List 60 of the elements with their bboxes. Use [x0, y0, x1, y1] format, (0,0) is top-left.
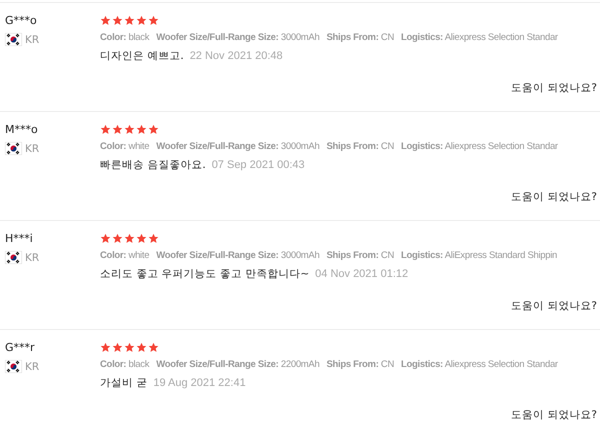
product-property: Logistics: Aliexpress Selection Standar: [401, 32, 558, 43]
star-icon: [148, 233, 159, 244]
review-comment: 디자인은 예쁘고.: [100, 49, 184, 63]
star-icon: [112, 15, 123, 26]
country-code: KR: [25, 252, 40, 264]
review-date: 04 Nov 2021 01:12: [315, 268, 408, 280]
country-code: KR: [25, 142, 40, 154]
product-property: Woofer Size/Full-Range Size: 3000mAh: [156, 32, 320, 43]
product-property: Color: black: [100, 32, 150, 43]
product-property: Color: black: [100, 359, 150, 370]
review-date: 07 Sep 2021 00:43: [212, 159, 305, 171]
star-icon: [148, 342, 159, 353]
star-icon: [124, 233, 135, 244]
review-date: 22 Nov 2021 20:48: [190, 50, 283, 62]
star-icon: [112, 342, 123, 353]
product-property: Logistics: Aliexpress Selection Standar: [401, 141, 558, 152]
product-property: Color: white: [100, 250, 150, 261]
star-icon: [124, 124, 135, 135]
star-icon: [100, 342, 111, 353]
product-property: Ships From: CN: [326, 32, 394, 43]
product-property: Woofer Size/Full-Range Size: 3000mAh: [156, 141, 320, 152]
reviewer-name: G***o: [5, 14, 37, 27]
review-comment: 빠른배송 음질좋아요.: [100, 158, 206, 172]
star-icon: [100, 15, 111, 26]
flag-icon: [5, 33, 22, 46]
flag-icon: [5, 251, 22, 264]
star-icon: [124, 15, 135, 26]
star-icon: [148, 124, 159, 135]
product-property: Logistics: AliExpress Standard Shippin: [401, 250, 558, 261]
country-code: KR: [25, 34, 40, 46]
star-icon: [124, 342, 135, 353]
star-icon: [148, 15, 159, 26]
reviewer-name: G***r: [5, 341, 35, 354]
reviewer-name: H***i: [5, 232, 33, 245]
star-icon: [136, 233, 147, 244]
helpful-link[interactable]: 도움이 되었나요?: [511, 190, 597, 204]
flag-icon: [5, 142, 22, 155]
product-property: Color: white: [100, 141, 150, 152]
helpful-link[interactable]: 도움이 되었나요?: [511, 408, 597, 422]
helpful-link[interactable]: 도움이 되었나요?: [511, 299, 597, 313]
flag-icon: [5, 360, 22, 373]
star-icon: [100, 233, 111, 244]
helpful-link[interactable]: 도움이 되었나요?: [511, 81, 597, 95]
product-property: Ships From: CN: [326, 141, 394, 152]
star-icon: [100, 124, 111, 135]
star-icon: [112, 233, 123, 244]
reviewer-name: M***o: [5, 123, 38, 136]
star-icon: [112, 124, 123, 135]
product-property: Ships From: CN: [326, 359, 394, 370]
review-comment: 가설비 굳: [100, 376, 148, 390]
review-comment: 소리도 좋고 우퍼기능도 좋고 만족합니다~: [100, 267, 310, 281]
star-icon: [136, 15, 147, 26]
product-property: Woofer Size/Full-Range Size: 3000mAh: [156, 250, 320, 261]
star-icon: [136, 342, 147, 353]
country-code: KR: [25, 360, 40, 372]
product-property: Woofer Size/Full-Range Size: 2200mAh: [156, 359, 320, 370]
product-property: Ships From: CN: [326, 250, 394, 261]
review-date: 19 Aug 2021 22:41: [153, 377, 246, 389]
product-property: Logistics: Aliexpress Selection Standar: [401, 359, 558, 370]
star-icon: [136, 124, 147, 135]
